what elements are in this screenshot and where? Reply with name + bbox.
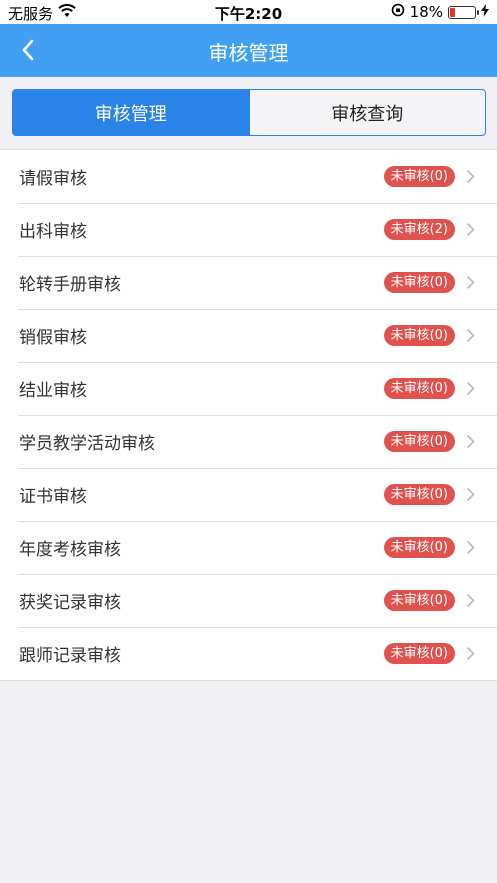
status-badge: 未审核(0) bbox=[383, 166, 455, 187]
chevron-right-icon bbox=[466, 169, 475, 184]
chevron-right-icon bbox=[466, 275, 475, 290]
review-list: 请假审核 未审核(0) 出科审核 未审核(2) 轮转手册审核 未审核(0) 销假… bbox=[0, 149, 497, 681]
page-title: 审核管理 bbox=[208, 41, 289, 65]
battery-icon bbox=[448, 5, 479, 19]
status-badge: 未审核(0) bbox=[383, 272, 455, 293]
list-item-certificate-review[interactable]: 证书审核 未审核(0) bbox=[0, 468, 497, 521]
list-item-label: 学员教学活动审核 bbox=[19, 434, 155, 454]
status-badge: 未审核(0) bbox=[383, 590, 455, 611]
list-item-mentor-record-review[interactable]: 跟师记录审核 未审核(0) bbox=[0, 627, 497, 680]
list-item-award-record-review[interactable]: 获奖记录审核 未审核(0) bbox=[0, 574, 497, 627]
chevron-right-icon bbox=[466, 434, 475, 449]
status-badge: 未审核(0) bbox=[383, 484, 455, 505]
chevron-right-icon bbox=[466, 593, 475, 608]
list-item-label: 出科审核 bbox=[19, 222, 87, 242]
status-badge: 未审核(0) bbox=[383, 325, 455, 346]
list-item-annual-assessment-review[interactable]: 年度考核审核 未审核(0) bbox=[0, 521, 497, 574]
status-badge: 未审核(0) bbox=[383, 643, 455, 664]
chevron-right-icon bbox=[466, 222, 475, 237]
nav-bar: 审核管理 bbox=[0, 24, 497, 77]
list-item-label: 跟师记录审核 bbox=[19, 646, 121, 666]
list-item-label: 轮转手册审核 bbox=[19, 275, 121, 295]
charging-icon bbox=[481, 3, 489, 21]
list-item-label: 证书审核 bbox=[19, 487, 87, 507]
status-badge: 未审核(0) bbox=[383, 378, 455, 399]
list-item-leave-review[interactable]: 请假审核 未审核(0) bbox=[0, 150, 497, 203]
orientation-lock-icon bbox=[391, 3, 405, 21]
tab-review-query[interactable]: 审核查询 bbox=[248, 90, 486, 135]
chevron-right-icon bbox=[466, 381, 475, 396]
tab-bar: 审核管理 审核查询 bbox=[12, 89, 486, 136]
list-item-department-exit-review[interactable]: 出科审核 未审核(2) bbox=[0, 203, 497, 256]
list-item-label: 获奖记录审核 bbox=[19, 593, 121, 613]
list-item-teaching-activity-review[interactable]: 学员教学活动审核 未审核(0) bbox=[0, 415, 497, 468]
battery-percent: 18% bbox=[409, 3, 443, 21]
tab-review-management[interactable]: 审核管理 bbox=[13, 90, 249, 135]
list-item-label: 销假审核 bbox=[19, 328, 87, 348]
status-badge: 未审核(2) bbox=[383, 219, 455, 240]
status-badge: 未审核(0) bbox=[383, 537, 455, 558]
chevron-right-icon bbox=[466, 328, 475, 343]
status-badge: 未审核(0) bbox=[383, 431, 455, 452]
chevron-right-icon bbox=[466, 487, 475, 502]
list-item-leave-cancel-review[interactable]: 销假审核 未审核(0) bbox=[0, 309, 497, 362]
list-item-rotation-handbook-review[interactable]: 轮转手册审核 未审核(0) bbox=[0, 256, 497, 309]
list-item-label: 结业审核 bbox=[19, 381, 87, 401]
status-bar: 无服务 下午2:20 18% bbox=[0, 0, 497, 24]
chevron-right-icon bbox=[466, 540, 475, 555]
chevron-right-icon bbox=[466, 646, 475, 661]
list-item-label: 请假审核 bbox=[19, 169, 87, 189]
list-item-label: 年度考核审核 bbox=[19, 540, 121, 560]
list-item-completion-review[interactable]: 结业审核 未审核(0) bbox=[0, 362, 497, 415]
